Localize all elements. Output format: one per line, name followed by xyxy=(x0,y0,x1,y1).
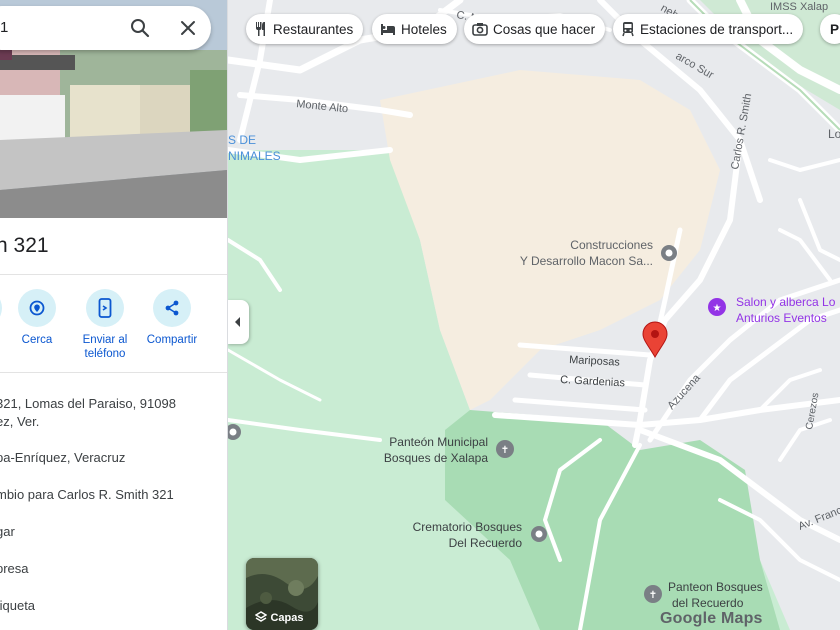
send-to-phone-label: Enviar al teléfono xyxy=(82,334,128,360)
chip-label: Cosas que hacer xyxy=(493,21,596,37)
area-label-lo: Lo xyxy=(828,127,840,141)
send-to-phone-button[interactable]: Enviar al teléfono xyxy=(70,289,140,361)
poi-label-construcciones-1: Construcciones xyxy=(570,238,653,252)
restaurant-icon xyxy=(256,22,265,36)
chip-restaurantes[interactable]: Restaurantes xyxy=(246,14,364,44)
poi-label-panteon-bosques-1: Panteon Bosques xyxy=(668,580,763,594)
poi-label-salon-2: Anturios Eventos xyxy=(736,311,827,325)
address-line-2[interactable]: ez, Ver. xyxy=(0,413,39,431)
city-line[interactable]: pa-Enríquez, Veracruz xyxy=(0,449,125,467)
area-label-de: S DE xyxy=(228,133,256,147)
chip-estaciones[interactable]: Estaciones de transport... xyxy=(613,14,804,44)
share-button[interactable]: Compartir xyxy=(137,289,207,347)
share-icon xyxy=(165,300,179,316)
poi-label-panteon-municipal-1: Panteón Municipal xyxy=(389,435,488,449)
svg-text:★: ★ xyxy=(713,303,722,314)
camera-icon xyxy=(472,23,488,36)
add-label-link[interactable]: tiqueta xyxy=(0,597,35,615)
poi-construcciones-icon[interactable] xyxy=(661,245,677,261)
address-line-1[interactable]: 321, Lomas del Paraiso, 91098 xyxy=(0,395,176,413)
send-to-phone-icon xyxy=(98,298,112,318)
chip-label: Restaurantes xyxy=(273,21,354,37)
chip-label: Hoteles xyxy=(401,21,447,37)
close-icon[interactable] xyxy=(176,16,200,40)
add-place-link[interactable]: gar xyxy=(0,523,15,541)
collapse-panel-button[interactable] xyxy=(227,300,249,344)
hotel-icon xyxy=(381,24,395,35)
chip-label: Estaciones de transport... xyxy=(640,21,794,37)
search-box[interactable]: 1 xyxy=(0,6,211,50)
poi-label-construcciones-2: Y Desarrollo Macon Sa... xyxy=(520,254,653,268)
poi-salon-icon[interactable]: ★ xyxy=(708,298,726,316)
poi-label-crematorio-2: Del Recuerdo xyxy=(449,536,523,550)
share-label: Compartir xyxy=(146,334,198,346)
poi-label-salon-1: Salon y alberca Lo xyxy=(736,295,836,309)
svg-text:✝: ✝ xyxy=(501,445,509,456)
svg-text:✝: ✝ xyxy=(649,590,657,601)
poi-crematorio-icon[interactable] xyxy=(531,526,547,542)
layers-label: Capas xyxy=(270,612,304,624)
divider xyxy=(0,274,227,275)
poi-label-imss: IMSS Xalap xyxy=(770,1,828,13)
nearby-label: Cerca xyxy=(21,334,53,346)
poi-label-panteon-bosques-2: del Recuerdo xyxy=(672,596,744,610)
suggest-edit-link[interactable]: mbio para Carlos R. Smith 321 xyxy=(0,486,174,504)
poi-panteon-bosques-icon[interactable]: ✝ xyxy=(644,585,662,603)
chip-hoteles[interactable]: Hoteles xyxy=(372,14,457,44)
add-business-link[interactable]: presa xyxy=(0,560,29,578)
place-title: n 321 xyxy=(0,234,49,257)
nearby-icon xyxy=(29,300,45,316)
divider xyxy=(0,372,227,373)
poi-panteon-municipal-icon[interactable]: ✝ xyxy=(496,440,514,458)
poi-label-panteon-municipal-2: Bosques de Xalapa xyxy=(384,451,488,465)
google-maps-logo: Google Maps xyxy=(660,610,763,627)
search-input[interactable]: 1 xyxy=(0,19,8,36)
chip-cosas-que-hacer[interactable]: Cosas que hacer xyxy=(464,14,606,44)
layers-button[interactable]: Capas xyxy=(246,558,318,630)
chip-more[interactable]: P xyxy=(820,14,840,44)
nearby-button[interactable]: Cerca xyxy=(2,289,72,347)
search-icon[interactable] xyxy=(128,16,152,40)
area-label-animales: NIMALES xyxy=(228,149,281,163)
place-panel: 1 n 321 Cerca Enviar al teléfono Compart… xyxy=(0,0,228,630)
poi-label-crematorio-1: Crematorio Bosques xyxy=(413,520,522,534)
transit-icon xyxy=(622,22,634,37)
chevron-left-icon xyxy=(235,317,240,327)
chip-label: P xyxy=(830,21,840,37)
